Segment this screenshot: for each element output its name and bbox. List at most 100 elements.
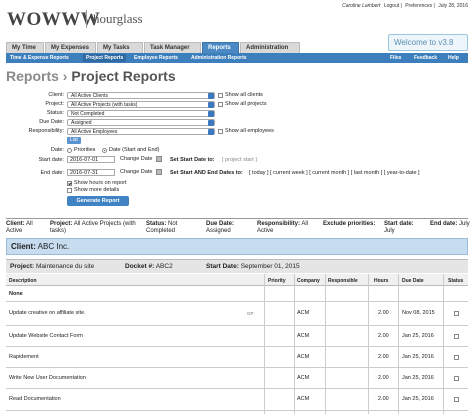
files-link[interactable]: Files (390, 55, 401, 61)
cell-hours: 2.00 (378, 396, 389, 402)
show-all-employees-label: Show all employees (225, 128, 274, 134)
show-all-projects-label: Show all projects (225, 101, 267, 107)
project-start-link[interactable]: [ project start ] (222, 157, 257, 163)
table-row[interactable]: Update creative on affiliate site. ACM 2.0… (6, 302, 468, 326)
cell-due: Jan 25, 2016 (402, 354, 434, 360)
cell-description[interactable]: Rapidement (9, 354, 39, 360)
summary-client: Client: All Active (6, 221, 46, 235)
client-select-value: All Active Clients (71, 93, 108, 99)
show-all-clients-label: Show all clients (225, 92, 263, 98)
logout-link[interactable]: Logout (384, 3, 399, 9)
show-more-details-checkbox[interactable] (67, 188, 72, 193)
summary-resp-key: Responsibility: (257, 221, 301, 227)
col-status: Status (448, 278, 464, 284)
table-row[interactable]: Read Documentation ACM 2.00 Jan 25, 2016 (6, 389, 468, 411)
show-all-projects-checkbox[interactable] (218, 102, 223, 107)
docket-label: Docket #: (125, 263, 155, 270)
summary-project-key: Project: (50, 221, 73, 227)
tab-reports[interactable]: Reports (202, 42, 239, 53)
subnav-employee-reports[interactable]: Employee Reports (134, 55, 178, 61)
tab-administration[interactable]: Administration (240, 42, 300, 53)
col-company: Company (297, 278, 320, 284)
subnav-time-expense-reports[interactable]: Time & Expense Reports (10, 55, 69, 61)
client-header: Client: ABC Inc. (6, 238, 468, 255)
generate-report-button[interactable]: Generate Report (67, 196, 129, 206)
summary-status-key: Status: (146, 221, 167, 227)
tab-task-manager[interactable]: Task Manager (144, 42, 201, 53)
report-summary: Client: All Active Project: All Active P… (6, 218, 470, 240)
cell-hours: 2.00 (378, 310, 389, 316)
app: { "header": { "logo_text": "WOWWW", "bra… (0, 0, 474, 419)
project-start-value: September 01, 2015 (240, 263, 300, 270)
calendar-icon[interactable] (156, 156, 162, 162)
cell-description[interactable]: Write New User Documentation (9, 375, 86, 381)
table-row[interactable]: Update Website Contact Form ACM 2.00 Jan 25… (6, 326, 468, 347)
table-row[interactable]: Write New User Documentation ACM 2.00 Jan 2… (6, 368, 468, 389)
show-more-details-label: Show more details (74, 187, 120, 193)
project-select-value: All Active Projects (with tasks) (71, 102, 138, 108)
cell-hours: 2.00 (378, 333, 389, 339)
end-date-input[interactable]: 2016-07-31 (67, 169, 115, 176)
start-change-date-link[interactable]: Change Date (120, 156, 152, 162)
due-date-select-value: Assigned (71, 120, 92, 126)
status-checkbox[interactable] (454, 311, 459, 316)
cell-description[interactable]: None (9, 291, 23, 297)
date-shortcut-links[interactable]: [ today ] [ current week ] [ current mon… (249, 170, 420, 176)
cell-hours: 2.00 (378, 375, 389, 381)
preferences-link[interactable]: Preferences (405, 3, 432, 9)
cell-due: Jan 25, 2016 (402, 333, 434, 339)
end-change-date-link[interactable]: Change Date (120, 169, 152, 175)
show-hours-label: Show hours on report (74, 180, 127, 186)
date-label: Date: (50, 147, 64, 153)
breadcrumb: Reports › Project Reports (6, 68, 176, 84)
start-date-input[interactable]: 2016-07-01 (67, 156, 115, 163)
project-select[interactable]: All Active Projects (with tasks) (67, 101, 215, 108)
cell-description[interactable]: Update creative on affiliate site. (9, 310, 86, 316)
cell-description[interactable]: Update Website Contact Form (9, 333, 83, 339)
date-range-option-label: Date (Start and End) (109, 147, 160, 153)
tab-my-time[interactable]: My Time (6, 42, 44, 53)
status-checkbox[interactable] (454, 397, 459, 402)
due-date-select[interactable]: Assigned (67, 119, 215, 126)
status-checkbox[interactable] (454, 355, 459, 360)
summary-end-date: End date: July (430, 221, 470, 228)
chevron-down-icon (208, 111, 214, 117)
help-link[interactable]: Help (448, 55, 459, 61)
cell-description[interactable]: Read Documentation (9, 396, 61, 402)
project-start-label: Start Date: (206, 263, 239, 270)
responsibility-select[interactable]: All Active Employees (67, 128, 215, 135)
chevron-down-icon (208, 120, 214, 126)
table-group-row[interactable]: None (6, 287, 468, 302)
summary-end-value: July (459, 221, 470, 227)
chevron-down-icon (208, 129, 214, 135)
status-checkbox[interactable] (454, 376, 459, 381)
project-label: Project: (45, 101, 64, 107)
status-select[interactable]: Not Completed (67, 110, 215, 117)
priorities-radio[interactable] (67, 148, 72, 153)
calendar-icon[interactable] (156, 169, 162, 175)
current-date: July 28, 2016 (438, 3, 468, 9)
show-all-employees-checkbox[interactable] (218, 129, 223, 134)
summary-exclude-priorities: Exclude priorities: (323, 221, 378, 228)
cell-due: Nov 08, 2015 (402, 310, 435, 316)
status-checkbox[interactable] (454, 334, 459, 339)
tab-my-expenses[interactable]: My Expenses (45, 42, 96, 53)
project-header-start: Start Date: September 01, 2015 (206, 263, 300, 270)
project-header-docket: Docket #: ABC2 (125, 263, 173, 270)
summary-project: Project: All Active Projects (with tasks… (50, 221, 140, 235)
col-responsible: Responsible (328, 278, 358, 284)
breadcrumb-parent[interactable]: Reports (6, 68, 59, 84)
col-due-date: Due Date (402, 278, 424, 284)
subnav-administration-reports[interactable]: Administration Reports (191, 55, 247, 61)
client-select[interactable]: All Active Clients (67, 92, 215, 99)
table-row[interactable]: Rapidement ACM 2.00 Jan 25, 2016 (6, 347, 468, 368)
cell-company: ACM (297, 354, 310, 360)
tab-my-tasks[interactable]: My Tasks (97, 42, 143, 53)
show-hours-checkbox[interactable] (67, 181, 72, 186)
show-all-clients-checkbox[interactable] (218, 93, 223, 98)
date-range-radio[interactable] (102, 148, 107, 153)
subnav-project-reports[interactable]: Project Reports (83, 54, 127, 62)
summary-status: Status: Not Completed (146, 221, 191, 235)
feedback-link[interactable]: Feedback (414, 55, 437, 61)
list-button[interactable]: List (67, 137, 81, 144)
